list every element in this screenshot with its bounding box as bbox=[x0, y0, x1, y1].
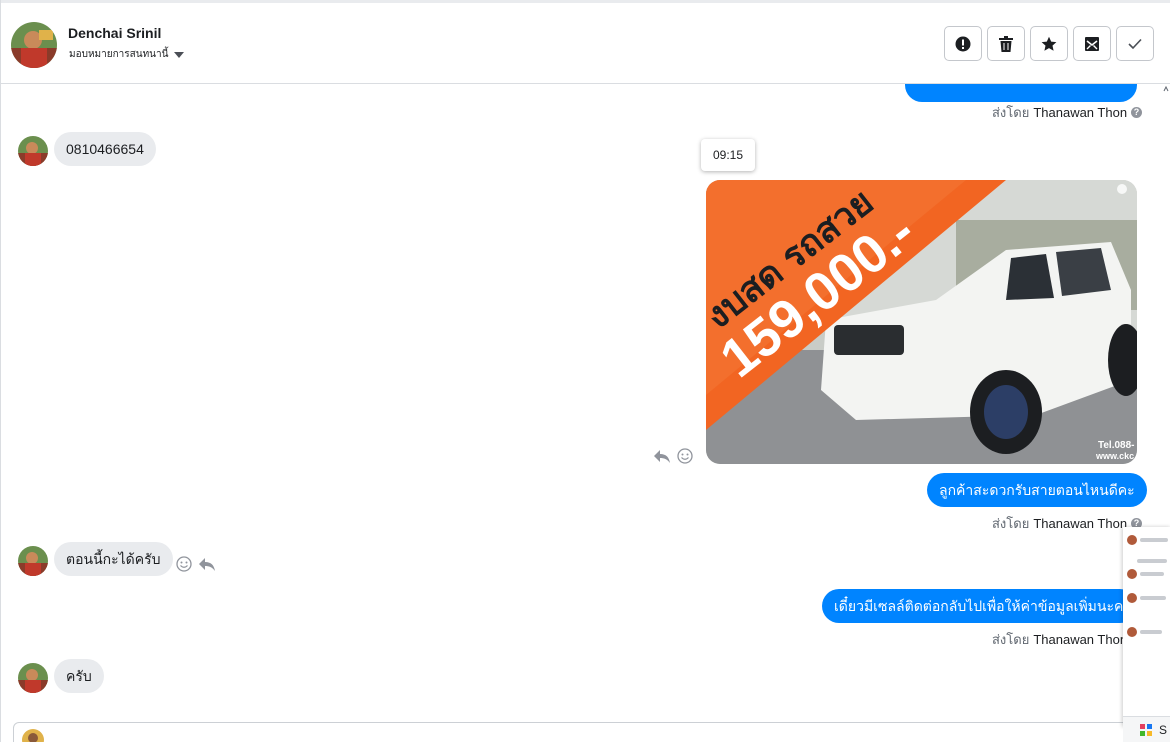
image-tel: Tel.088- bbox=[1098, 440, 1135, 451]
preview-line bbox=[1140, 538, 1168, 542]
agent-avatar bbox=[22, 729, 44, 742]
preview-line bbox=[1140, 572, 1164, 576]
mark-spam-button[interactable] bbox=[944, 26, 982, 61]
image-message-actions bbox=[653, 448, 693, 464]
incoming-message[interactable]: ครับ bbox=[54, 659, 104, 693]
image-message[interactable]: งบสด รถสวย 159,000.- Tel.088- www.ckc bbox=[706, 180, 1137, 464]
caret-down-icon bbox=[174, 51, 185, 58]
agent-name[interactable]: Thanawan Thon bbox=[1033, 632, 1127, 647]
preview-line bbox=[1137, 559, 1167, 563]
mark-unread-button[interactable] bbox=[1073, 26, 1111, 61]
contact-avatar-small bbox=[18, 663, 48, 693]
reply-icon[interactable] bbox=[198, 556, 216, 572]
side-panel-footer-label: S bbox=[1159, 722, 1168, 737]
inbox-conversation: Denchai Srinil มอบหมายการสนทนานี้ ส่งโดย… bbox=[0, 0, 1170, 742]
contact-avatar[interactable] bbox=[11, 22, 57, 68]
alert-icon bbox=[955, 36, 971, 51]
preview-avatar bbox=[1127, 569, 1137, 579]
side-panel-footer[interactable]: S bbox=[1123, 716, 1170, 742]
minimized-chat-preview[interactable] bbox=[1123, 527, 1170, 727]
preview-avatar bbox=[1127, 627, 1137, 637]
trash-icon bbox=[999, 35, 1013, 52]
sent-by-label: ส่งโดย Thanawan Thon ? bbox=[992, 102, 1143, 123]
sent-by-label: ส่งโดย Thanawan Thon ? bbox=[992, 513, 1143, 534]
preview-avatar bbox=[1127, 593, 1137, 603]
outgoing-message[interactable]: ลูกค้าสะดวกรับสายตอนไหนดีคะ bbox=[927, 473, 1147, 507]
assign-conversation-dropdown[interactable]: มอบหมายการสนทนานี้ bbox=[69, 47, 185, 62]
mark-unread-icon bbox=[1085, 36, 1099, 51]
incoming-message[interactable]: 0810466654 bbox=[54, 132, 156, 166]
sent-by-label: ส่งโดย Thanawan Thon bbox=[992, 632, 1128, 647]
help-icon[interactable]: ? bbox=[1131, 107, 1143, 118]
reply-icon[interactable] bbox=[653, 448, 671, 464]
agent-name[interactable]: Thanawan Thon bbox=[1033, 105, 1127, 120]
conversation-toolbar bbox=[944, 26, 1154, 61]
delete-button[interactable] bbox=[987, 26, 1025, 61]
incoming-message[interactable]: ตอนนี้กะได้ครับ bbox=[54, 542, 173, 576]
mark-done-button[interactable] bbox=[1116, 26, 1154, 61]
message-composer[interactable] bbox=[13, 722, 1133, 742]
star-icon bbox=[1041, 36, 1057, 51]
check-icon bbox=[1128, 38, 1142, 49]
message-actions bbox=[176, 556, 216, 572]
conversation-header: Denchai Srinil มอบหมายการสนทนานี้ bbox=[1, 0, 1170, 84]
contact-name[interactable]: Denchai Srinil bbox=[68, 25, 161, 41]
contact-avatar-small bbox=[18, 546, 48, 576]
outgoing-message[interactable]: เดี๋ยวมีเซลล์ติดต่อกลับไปเพื่อให้ค่าข้อม… bbox=[822, 589, 1137, 623]
message-thread[interactable]: ส่งโดย Thanawan Thon ? 0810466654 09:15 bbox=[1, 84, 1170, 742]
puzzle-icon bbox=[1140, 723, 1152, 736]
star-button[interactable] bbox=[1030, 26, 1068, 61]
agent-name[interactable]: Thanawan Thon bbox=[1033, 516, 1127, 531]
preview-line bbox=[1140, 630, 1162, 634]
outgoing-message-partial[interactable] bbox=[905, 84, 1137, 102]
contact-avatar-small bbox=[18, 136, 48, 166]
image-website: www.ckc bbox=[1095, 451, 1134, 461]
react-emoji-icon[interactable] bbox=[677, 448, 693, 464]
timestamp-tooltip: 09:15 bbox=[701, 139, 755, 171]
assign-label: มอบหมายการสนทนานี้ bbox=[69, 49, 169, 60]
react-emoji-icon[interactable] bbox=[176, 556, 192, 572]
preview-avatar bbox=[1127, 535, 1137, 545]
preview-line bbox=[1140, 596, 1166, 600]
